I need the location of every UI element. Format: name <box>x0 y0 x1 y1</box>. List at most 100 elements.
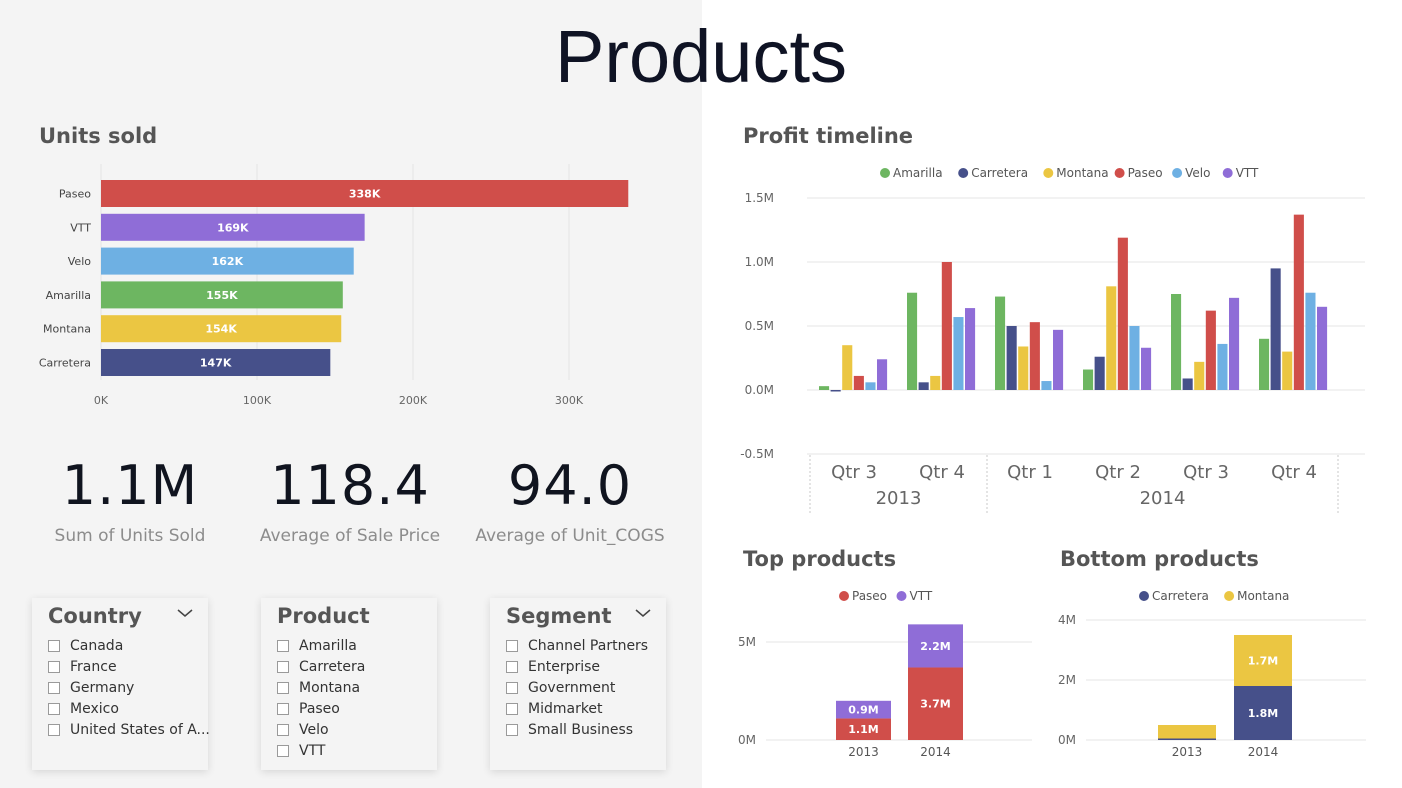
bar <box>1182 378 1193 390</box>
checkbox[interactable] <box>48 660 60 673</box>
slicer-option[interactable]: Amarilla <box>277 635 365 656</box>
option-label: Mexico <box>70 700 119 717</box>
data-label: 1.8M <box>1248 707 1278 720</box>
checkbox[interactable] <box>277 660 289 673</box>
bar <box>1041 381 1052 390</box>
country-slicer[interactable]: Country Canada France Germany Mexico Uni… <box>32 598 210 770</box>
checkbox[interactable] <box>48 702 60 715</box>
bottom-products-heading: Bottom products <box>1060 547 1259 571</box>
profit-timeline-heading: Profit timeline <box>743 124 914 148</box>
x-tick-label: 100K <box>243 394 272 407</box>
y-tick-label: 0.5M <box>745 319 774 333</box>
legend-label: Carretera <box>971 166 1028 180</box>
bar <box>1094 356 1105 390</box>
card-value: 118.4 <box>270 454 430 517</box>
legend-marker <box>1139 591 1149 601</box>
slicer-option[interactable]: Paseo <box>277 698 365 719</box>
y-category-label: Paseo <box>59 188 91 201</box>
units-sold-chart[interactable]: 0K 100K 200K 300K Paseo 338K VTT 169K Velo 162K Am… <box>0 160 700 420</box>
bar <box>1141 347 1152 390</box>
x-category-label: Qtr 3 <box>831 462 877 483</box>
slicer-option[interactable]: Velo <box>277 719 365 740</box>
checkbox[interactable] <box>506 681 518 694</box>
checkbox[interactable] <box>277 744 289 757</box>
option-label: France <box>70 658 117 675</box>
x-category-label: Qtr 1 <box>1007 462 1053 483</box>
checkbox[interactable] <box>48 681 60 694</box>
bottom-products-chart[interactable]: Carretera Montana 4M 2M 0M 2013 1.8M 1.7M 2014 <box>1042 580 1382 780</box>
card-value: 94.0 <box>507 454 633 517</box>
product-slicer[interactable]: Product Amarilla Carretera Montana Paseo… <box>261 598 437 770</box>
option-label: Small Business <box>528 721 634 738</box>
bar <box>930 375 941 390</box>
x-tick-label: 0K <box>94 394 109 407</box>
slicer-option[interactable]: Small Business <box>506 719 648 740</box>
y-category-label: VTT <box>70 221 91 234</box>
x-category-label: 2014 <box>920 745 951 759</box>
units-sold-heading: Units sold <box>39 124 158 148</box>
legend-marker <box>1114 168 1125 178</box>
checkbox[interactable] <box>48 639 60 652</box>
bar <box>1317 306 1328 390</box>
chevron-down-icon[interactable] <box>176 604 194 623</box>
top-products-chart[interactable]: Paseo VTT 5M 0M 1.1M 0.9M 2013 3.7M 2.2M 2014 <box>702 580 1042 780</box>
checkbox[interactable] <box>277 723 289 736</box>
bar <box>1305 292 1316 390</box>
option-label: VTT <box>299 742 326 759</box>
slicer-option[interactable]: Government <box>506 677 648 698</box>
bar <box>819 386 830 390</box>
y-tick-label: 0.0M <box>745 383 774 397</box>
card-label: Average of Sale Price <box>259 526 441 546</box>
bar <box>1129 326 1140 390</box>
bar <box>1259 338 1270 390</box>
data-label: 154K <box>205 323 237 336</box>
checkbox[interactable] <box>506 660 518 673</box>
slicer-option[interactable]: France <box>48 656 210 677</box>
option-label: Government <box>528 679 616 696</box>
checkbox[interactable] <box>506 639 518 652</box>
checkbox[interactable] <box>277 702 289 715</box>
card-label: Average of Unit_COGS <box>475 526 665 546</box>
bar <box>1053 329 1064 390</box>
slicer-option[interactable]: United States of A... <box>48 719 210 740</box>
slicer-option[interactable]: Mexico <box>48 698 210 719</box>
checkbox[interactable] <box>506 723 518 736</box>
legend-label: Amarilla <box>893 166 943 180</box>
segment-slicer[interactable]: Segment Channel Partners Enterprise Gove… <box>490 598 666 770</box>
y-category-label: Amarilla <box>46 289 91 302</box>
checkbox[interactable] <box>277 681 289 694</box>
checkbox[interactable] <box>506 702 518 715</box>
option-label: United States of A... <box>70 721 210 738</box>
slicer-option[interactable]: Midmarket <box>506 698 648 719</box>
slicer-option[interactable]: Channel Partners <box>506 635 648 656</box>
card-sum-units-sold[interactable]: 1.1M Sum of Units Sold <box>30 456 230 547</box>
slicer-option[interactable]: Montana <box>277 677 365 698</box>
bar <box>941 262 952 390</box>
slicer-option[interactable]: Carretera <box>277 656 365 677</box>
product-slicer-title: Product <box>277 604 370 628</box>
slicer-option[interactable]: Canada <box>48 635 210 656</box>
card-average-unit-cogs[interactable]: 94.0 Average of Unit_COGS <box>470 454 670 547</box>
slicer-option[interactable]: Germany <box>48 677 210 698</box>
option-label: Germany <box>70 679 135 696</box>
chevron-down-icon[interactable] <box>634 604 652 623</box>
y-tick-label: 0M <box>1058 733 1076 747</box>
legend-marker <box>1222 168 1233 178</box>
bar <box>907 292 918 390</box>
option-label: Amarilla <box>299 637 357 654</box>
card-average-sale-price[interactable]: 118.4 Average of Sale Price <box>250 454 450 547</box>
checkbox[interactable] <box>277 639 289 652</box>
x-group-label: 2013 <box>876 488 922 509</box>
y-category-label: Carretera <box>39 357 91 370</box>
profit-timeline-chart[interactable]: Amarilla Carretera Montana Paseo Velo VTT 1.5M… <box>702 155 1402 525</box>
slicer-option[interactable]: VTT <box>277 740 365 761</box>
checkbox[interactable] <box>48 723 60 736</box>
slicer-option[interactable]: Enterprise <box>506 656 648 677</box>
bar <box>1270 268 1281 390</box>
x-category-label: Qtr 4 <box>1271 462 1317 483</box>
bar <box>1229 297 1240 390</box>
legend-label: VTT <box>910 589 933 603</box>
bar <box>853 375 864 390</box>
option-label: Carretera <box>299 658 366 675</box>
x-category-label: 2013 <box>1172 745 1203 759</box>
